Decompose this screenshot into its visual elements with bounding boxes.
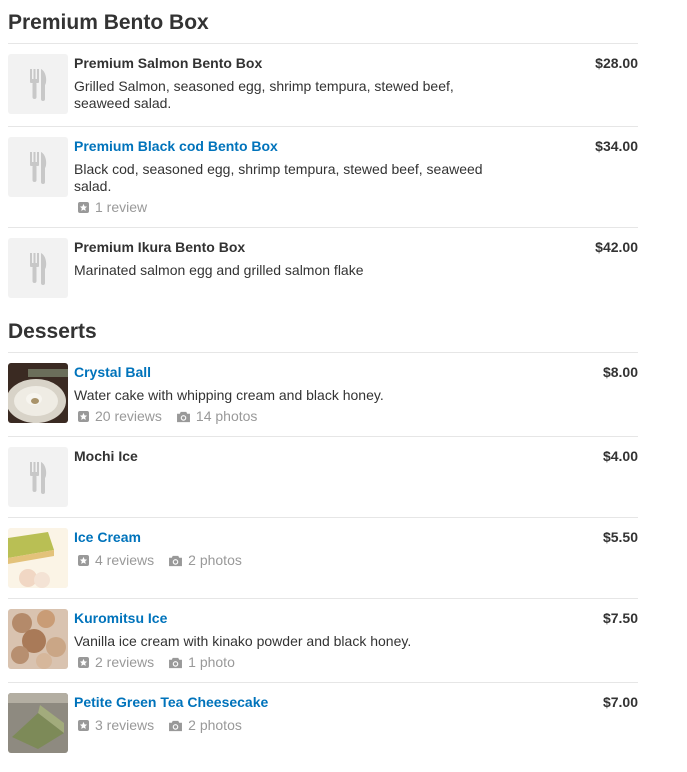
item-price: $42.00	[595, 239, 638, 255]
item-description: Marinated salmon egg and grilled salmon …	[74, 262, 364, 278]
reviews-count: 3 reviews	[95, 717, 155, 733]
reviews-count: 2 reviews	[95, 654, 155, 670]
item-name: Premium Ikura Bento Box	[74, 239, 246, 255]
photos-link[interactable]: 2 photos	[168, 552, 242, 569]
camera-icon	[176, 411, 190, 422]
menu-item: Mochi Ice $4.00	[8, 436, 638, 517]
menu-item: Kuromitsu Ice Vanilla ice cream with kin…	[8, 598, 638, 682]
item-description: Water cake with whipping cream and black…	[74, 387, 384, 403]
item-price: $28.00	[595, 55, 638, 71]
reviews-link[interactable]: 4 reviews	[74, 552, 154, 569]
section-title: Premium Bento Box	[8, 11, 209, 34]
photos-link[interactable]: 14 photos	[176, 408, 258, 425]
utensils-placeholder-icon	[8, 238, 68, 298]
star-icon	[78, 720, 89, 731]
menu-item: Ice Cream 4 reviews 2 photos $5.50	[8, 517, 638, 598]
item-meta: 3 reviews 2 photos	[74, 717, 488, 734]
item-price: $34.00	[595, 138, 638, 154]
camera-icon	[169, 720, 183, 731]
menu-item: Premium Black cod Bento Box Black cod, s…	[8, 126, 638, 227]
item-price: $7.50	[602, 610, 638, 626]
item-name-link[interactable]: Ice Cream	[74, 529, 488, 546]
star-icon	[78, 202, 89, 213]
reviews-link[interactable]: 3 reviews	[74, 717, 154, 734]
photos-count: 14 photos	[195, 408, 258, 424]
item-photo[interactable]	[8, 609, 68, 669]
camera-icon	[169, 657, 183, 668]
reviews-count: 4 reviews	[95, 552, 155, 568]
star-icon	[78, 411, 89, 422]
item-name-link[interactable]: Petite Green Tea Cheesecake	[74, 694, 488, 711]
menu-item: Premium Ikura Bento Box Marinated salmon…	[8, 227, 638, 308]
photos-link[interactable]: 1 photo	[168, 654, 235, 671]
item-meta: 2 reviews 1 photo	[74, 654, 488, 671]
item-name: Premium Salmon Bento Box	[74, 55, 263, 71]
photos-link[interactable]: 2 photos	[168, 717, 242, 734]
photos-count: 1 photo	[188, 654, 235, 670]
utensils-placeholder-icon	[8, 54, 68, 114]
item-price: $8.00	[602, 364, 638, 380]
item-meta: 1 review	[74, 199, 488, 216]
reviews-count: 20 reviews	[95, 408, 162, 424]
menu-item: Premium Salmon Bento Box Grilled Salmon,…	[8, 43, 638, 126]
item-description: Black cod, seasoned egg, shrimp tempura,…	[74, 161, 483, 194]
item-name-link[interactable]: Crystal Ball	[74, 364, 488, 381]
reviews-link[interactable]: 2 reviews	[74, 654, 154, 671]
item-description: Grilled Salmon, seasoned egg, shrimp tem…	[74, 78, 454, 111]
item-price: $5.50	[602, 529, 638, 545]
item-meta: 4 reviews 2 photos	[74, 552, 488, 569]
camera-icon	[169, 555, 183, 566]
item-description: Vanilla ice cream with kinako powder and…	[74, 633, 412, 649]
menu: Premium Bento Box Premium Salmon Bento B…	[8, 0, 638, 763]
utensils-placeholder-icon	[8, 447, 68, 507]
item-price: $4.00	[602, 448, 638, 464]
menu-item: Crystal Ball Water cake with whipping cr…	[8, 352, 638, 436]
reviews-link[interactable]: 1 review	[74, 199, 147, 216]
star-icon	[78, 555, 89, 566]
item-name: Mochi Ice	[74, 448, 138, 464]
item-name-link[interactable]: Premium Black cod Bento Box	[74, 138, 488, 155]
item-name-link[interactable]: Kuromitsu Ice	[74, 610, 488, 627]
item-photo[interactable]	[8, 363, 68, 423]
menu-item: Petite Green Tea Cheesecake 3 reviews 2 …	[8, 682, 638, 763]
star-icon	[78, 657, 89, 668]
item-photo[interactable]	[8, 528, 68, 588]
reviews-link[interactable]: 20 reviews	[74, 408, 162, 425]
item-photo[interactable]	[8, 693, 68, 753]
item-price: $7.00	[602, 694, 638, 710]
photos-count: 2 photos	[188, 717, 242, 733]
reviews-count: 1 review	[95, 199, 148, 215]
section-title: Desserts	[8, 320, 97, 343]
utensils-placeholder-icon	[8, 137, 68, 197]
photos-count: 2 photos	[188, 552, 242, 568]
item-meta: 20 reviews 14 photos	[74, 408, 488, 425]
